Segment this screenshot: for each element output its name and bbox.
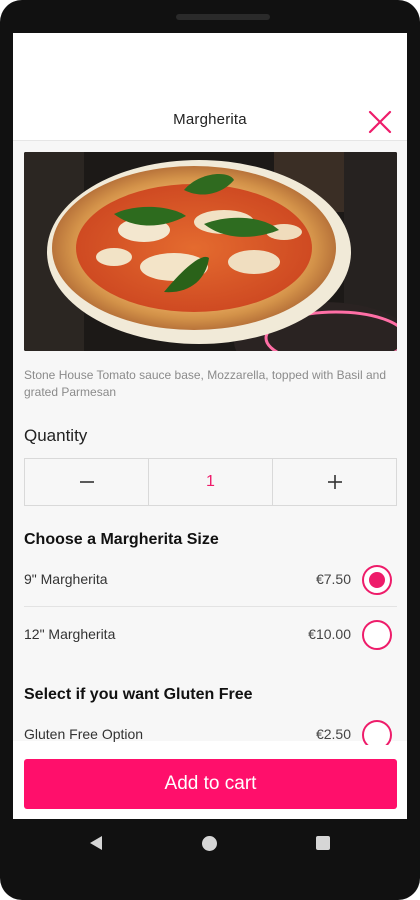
android-nav-bar — [0, 819, 420, 869]
bottom-action-bar: Add to cart — [13, 745, 407, 819]
option-12-margherita[interactable]: 12" Margherita €10.00 — [24, 608, 397, 662]
recent-apps-square-icon[interactable] — [316, 836, 330, 850]
decrement-button[interactable] — [25, 459, 148, 505]
increment-button[interactable] — [273, 459, 396, 505]
option-label: Gluten Free Option — [24, 726, 144, 742]
quantity-stepper: 1 — [24, 458, 397, 506]
option-label: 9" Margherita — [24, 571, 108, 587]
product-description: Stone House Tomato sauce base, Mozzarell… — [24, 368, 386, 399]
home-circle-icon[interactable] — [202, 836, 217, 851]
gluten-group-title: Select if you want Gluten Free — [24, 686, 253, 703]
close-icon — [368, 110, 392, 134]
option-price: €7.50 — [315, 571, 351, 587]
option-price: €10.00 — [308, 626, 351, 642]
phone-speaker — [176, 14, 270, 20]
product-details: Stone House Tomato sauce base, Mozzarell… — [13, 141, 407, 750]
close-button[interactable] — [367, 109, 393, 135]
margherita-pizza-photo — [24, 152, 397, 351]
option-9-margherita[interactable]: 9" Margherita €7.50 — [24, 553, 397, 607]
modal-header: Margherita — [13, 103, 407, 141]
back-triangle-icon[interactable] — [89, 835, 103, 851]
add-to-cart-button[interactable]: Add to cart — [24, 759, 397, 809]
quantity-label: Quantity — [24, 426, 88, 445]
option-label: 12" Margherita — [24, 626, 116, 642]
radio-button[interactable] — [362, 620, 392, 650]
plus-icon — [327, 475, 342, 489]
option-price: €2.50 — [315, 726, 351, 742]
size-group-title: Choose a Margherita Size — [24, 531, 219, 548]
app-screen: Margherita Stone House Tomato sauce base… — [13, 33, 407, 819]
radio-button-selected[interactable] — [362, 565, 392, 595]
product-image — [24, 152, 397, 351]
page-title: Margherita — [173, 111, 247, 128]
quantity-value: 1 — [148, 459, 273, 505]
phone-frame: Margherita Stone House Tomato sauce base… — [0, 0, 420, 900]
minus-icon — [79, 481, 94, 483]
